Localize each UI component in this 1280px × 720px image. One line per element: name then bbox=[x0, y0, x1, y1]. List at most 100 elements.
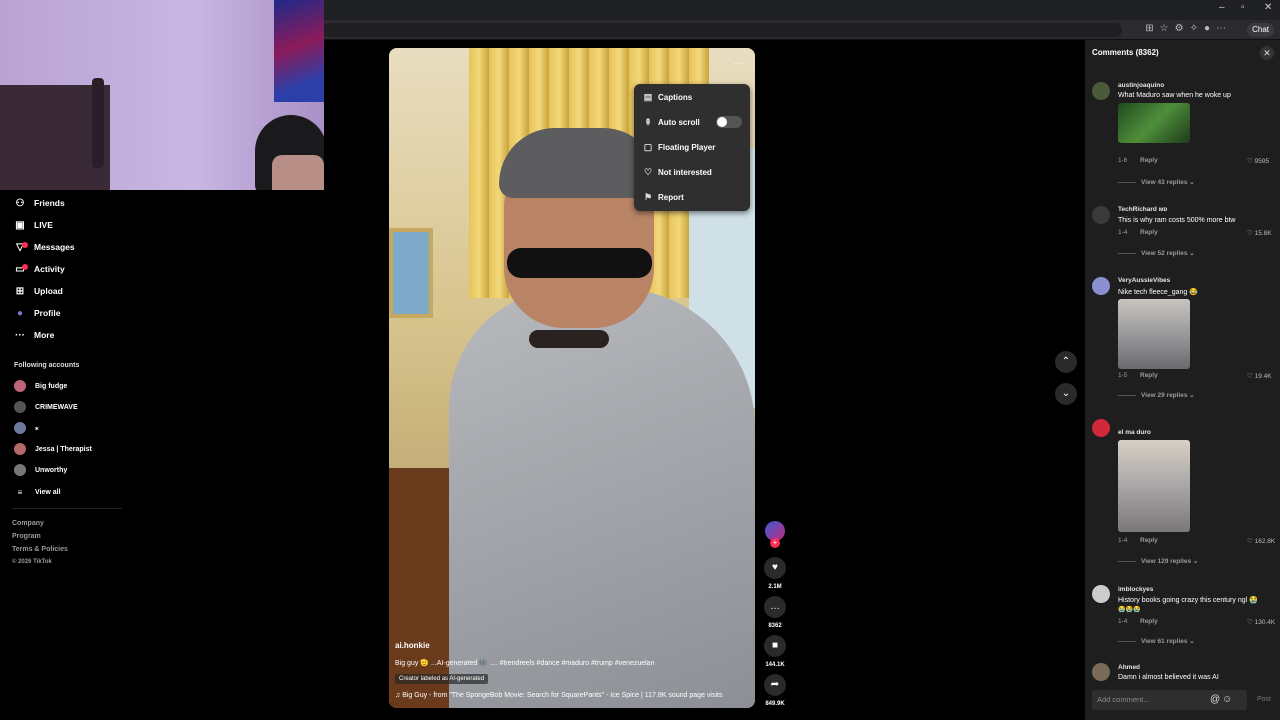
nav-label: More bbox=[34, 330, 55, 340]
footer-program[interactable]: Program bbox=[12, 533, 41, 540]
avatar[interactable] bbox=[1092, 419, 1110, 437]
emoji-icon[interactable]: ☺ bbox=[1222, 694, 1234, 705]
account-item[interactable]: CRIMEWAVE bbox=[14, 399, 78, 415]
reply-button[interactable]: Reply bbox=[1140, 157, 1158, 164]
menu-captions[interactable]: ▤ Captions bbox=[643, 89, 693, 105]
next-video-button[interactable]: ⌄ bbox=[1055, 383, 1077, 405]
live-icon: ▣ bbox=[15, 219, 25, 231]
nav-activity[interactable]: ▭ Activity bbox=[14, 260, 65, 278]
reply-button[interactable]: Reply bbox=[1140, 537, 1158, 544]
video-painting bbox=[389, 228, 433, 318]
notification-badge bbox=[22, 241, 28, 248]
close-window-icon[interactable]: ✕ bbox=[1264, 2, 1272, 13]
comment-image[interactable] bbox=[1118, 299, 1190, 369]
share-button[interactable]: ➦ bbox=[764, 674, 786, 696]
chat-button[interactable]: Chat bbox=[1247, 23, 1274, 37]
nav-profile[interactable]: ● Profile bbox=[14, 304, 60, 322]
menu-label: Not interested bbox=[658, 167, 712, 177]
auto-scroll-icon: ⇞ bbox=[644, 116, 652, 127]
comment-username[interactable]: TechRichard ᴍᴅ bbox=[1118, 206, 1167, 213]
url-field[interactable] bbox=[322, 23, 1122, 37]
nav-label: LIVE bbox=[34, 220, 53, 230]
view-replies-button[interactable]: View 29 replies ⌄ bbox=[1141, 391, 1195, 399]
nav-messages[interactable]: ▽ Messages bbox=[14, 238, 75, 256]
maximize-icon[interactable]: ▫ bbox=[1241, 2, 1245, 13]
nav-live[interactable]: ▣ LIVE bbox=[14, 216, 53, 234]
comment-like[interactable]: ♡ 130.4K bbox=[1247, 618, 1275, 626]
avatar[interactable] bbox=[1092, 82, 1110, 100]
nav-label: Friends bbox=[34, 198, 65, 208]
nav-more[interactable]: ··· More bbox=[14, 326, 54, 344]
comment-username[interactable]: austinjoaquino bbox=[1118, 82, 1164, 89]
comment-like[interactable]: ♡ 9595 bbox=[1247, 157, 1269, 165]
avatar[interactable] bbox=[1092, 663, 1110, 681]
account-item[interactable]: Jessa | Therapist bbox=[14, 441, 92, 457]
avatar bbox=[14, 401, 26, 413]
post-button[interactable]: Post bbox=[1257, 696, 1271, 703]
menu-auto-scroll[interactable]: ⇞ Auto scroll bbox=[643, 114, 700, 130]
follow-plus-icon[interactable]: + bbox=[770, 538, 780, 548]
account-item[interactable]: Big fudge bbox=[14, 378, 67, 394]
close-comments-button[interactable]: ✕ bbox=[1260, 46, 1274, 60]
comment-username[interactable]: el ma duro bbox=[1118, 429, 1151, 436]
more-icon: ··· bbox=[15, 329, 25, 341]
reply-button[interactable]: Reply bbox=[1140, 618, 1158, 625]
avatar[interactable] bbox=[1092, 277, 1110, 295]
footer-company[interactable]: Company bbox=[12, 520, 44, 527]
menu-label: Report bbox=[658, 192, 684, 202]
comment-image[interactable] bbox=[1118, 440, 1190, 532]
mention-icon[interactable]: @ bbox=[1210, 694, 1222, 705]
more-options-icon[interactable]: ⋯ bbox=[733, 58, 742, 69]
video-sound[interactable]: ♫ Big Guy - from "The SpongeBob Movie: S… bbox=[395, 692, 722, 699]
nav-upload[interactable]: ⊞ Upload bbox=[14, 282, 63, 300]
reply-button[interactable]: Reply bbox=[1140, 229, 1158, 236]
view-replies-button[interactable]: View 61 replies ⌄ bbox=[1141, 637, 1195, 645]
comment-image[interactable] bbox=[1118, 103, 1190, 143]
menu-not-interested[interactable]: ♡ Not interested bbox=[643, 164, 712, 180]
activity-icon: ▭ bbox=[14, 263, 28, 275]
video-caption: Big guy 🫡 ...AI-generated 🎼 .... #trendr… bbox=[395, 660, 655, 667]
webcam-poster bbox=[274, 0, 324, 102]
menu-label: Floating Player bbox=[658, 142, 716, 152]
comment-like[interactable]: ♡ 162.8K bbox=[1247, 537, 1275, 545]
previous-video-button[interactable]: ⌃ bbox=[1055, 351, 1077, 373]
comments-panel: Comments (8362) ✕ austinjoaquino What Ma… bbox=[1085, 40, 1280, 720]
minimize-icon[interactable]: – bbox=[1219, 2, 1225, 13]
like-count: 162.8K bbox=[1254, 538, 1276, 545]
menu-report[interactable]: ⚑ Report bbox=[643, 189, 684, 205]
comment-button[interactable]: … bbox=[764, 596, 786, 618]
close-icon: ✕ bbox=[1263, 48, 1271, 58]
nav-friends[interactable]: ⚇ Friends bbox=[14, 194, 65, 212]
view-replies-button[interactable]: View 43 replies ⌄ bbox=[1141, 178, 1195, 186]
comment-username[interactable]: Ahmed bbox=[1118, 664, 1140, 671]
comment-like[interactable]: ♡ 15.8K bbox=[1247, 229, 1272, 237]
comment-text-line2: 😭😭😭 bbox=[1118, 607, 1141, 613]
account-name: CRIMEWAVE bbox=[35, 403, 78, 411]
comment-username[interactable]: VeryAussieVibes bbox=[1118, 277, 1170, 284]
toolbar-icons[interactable]: ⊞☆⚙✧●⋯ bbox=[1145, 23, 1232, 34]
footer-terms[interactable]: Terms & Policies bbox=[12, 546, 68, 553]
menu-floating-player[interactable]: ▢ Floating Player bbox=[643, 139, 716, 155]
view-replies-button[interactable]: View 129 replies ⌄ bbox=[1141, 557, 1198, 565]
view-all-link[interactable]: ≡ View all bbox=[14, 484, 61, 500]
account-item[interactable]: ⁎ bbox=[14, 420, 39, 436]
avatar[interactable] bbox=[1092, 585, 1110, 603]
save-button[interactable]: ■ bbox=[764, 635, 786, 657]
comment-like[interactable]: ♡ 19.4K bbox=[1247, 372, 1272, 380]
account-name: Unworthy bbox=[35, 466, 68, 474]
webcam-overlay bbox=[0, 0, 324, 190]
avatar[interactable] bbox=[1092, 206, 1110, 224]
video-username[interactable]: ai.honkie bbox=[395, 641, 430, 650]
comment-input-icons[interactable]: @☺ bbox=[1210, 694, 1234, 705]
toggle-knob bbox=[717, 117, 727, 127]
auto-scroll-toggle[interactable] bbox=[716, 116, 742, 128]
reply-button[interactable]: Reply bbox=[1140, 372, 1158, 379]
account-item[interactable]: Unworthy bbox=[14, 462, 67, 478]
like-button[interactable]: ♥ bbox=[764, 557, 786, 579]
sidebar: ⚇ Friends ▣ LIVE ▽ Messages ▭ Activity ⊞ Uplo… bbox=[0, 190, 324, 720]
following-title: Following accounts bbox=[14, 362, 80, 369]
sidebar-divider bbox=[12, 508, 122, 509]
view-replies-button[interactable]: View 52 replies ⌄ bbox=[1141, 249, 1195, 257]
reply-divider bbox=[1118, 253, 1136, 254]
comment-username[interactable]: imblockyes bbox=[1118, 586, 1153, 593]
